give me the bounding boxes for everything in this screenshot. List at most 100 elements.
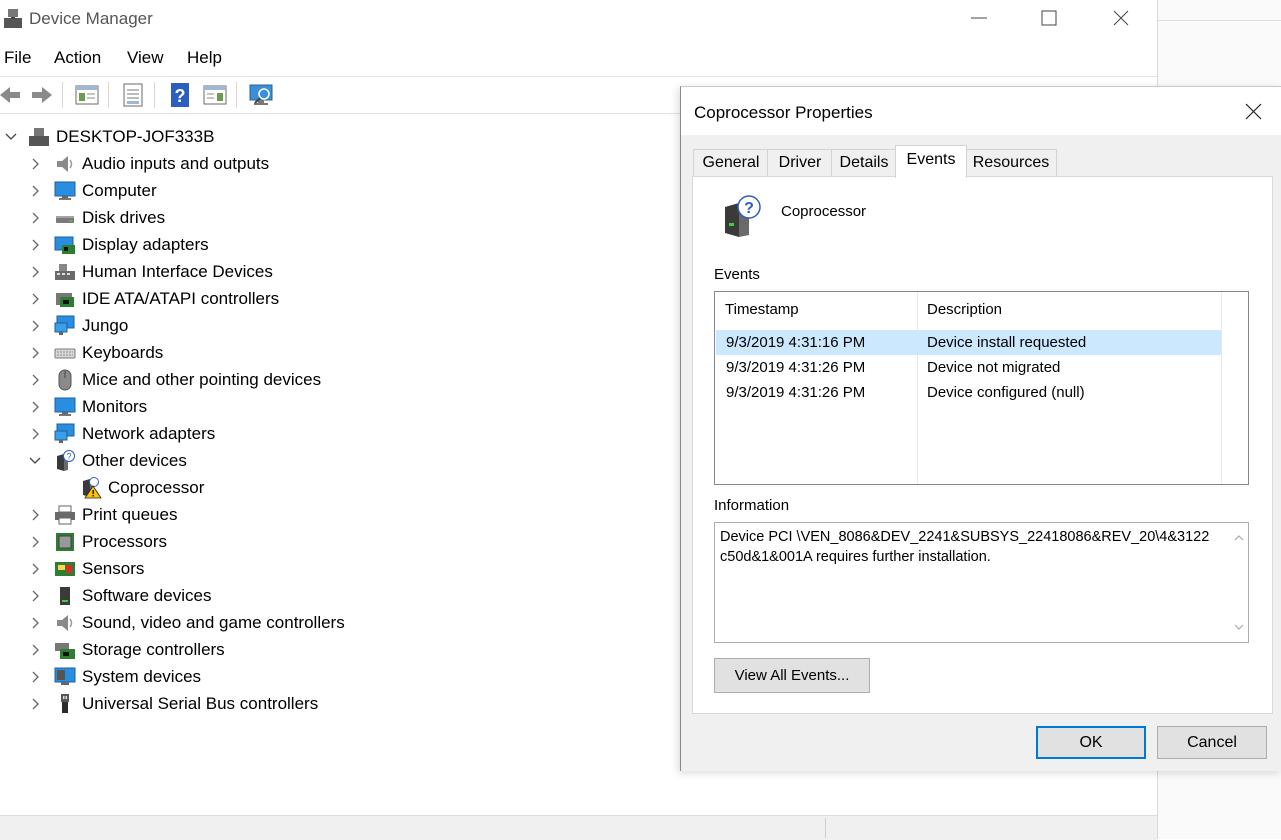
- display-adapter-icon: [54, 236, 75, 254]
- information-label: Information: [714, 497, 790, 514]
- event-description: Device install requested: [927, 334, 1087, 351]
- tree-item-label: Monitors: [82, 397, 148, 416]
- menu-file[interactable]: File: [2, 48, 33, 68]
- tree-item[interactable]: Sound, video and game controllers: [28, 610, 345, 636]
- chevron-right-icon[interactable]: [28, 184, 42, 198]
- forward-arrow-icon[interactable]: [28, 81, 56, 109]
- event-row[interactable]: 9/3/2019 4:31:26 PM Device not migrated: [716, 355, 1221, 380]
- tree-item-child[interactable]: Coprocessor: [80, 475, 204, 501]
- network-monitor-icon: [54, 315, 75, 335]
- chevron-right-icon[interactable]: [28, 346, 42, 360]
- chevron-right-icon[interactable]: [28, 589, 42, 603]
- tree-item[interactable]: Universal Serial Bus controllers: [28, 691, 318, 717]
- event-row[interactable]: 9/3/2019 4:31:26 PM Device configured (nu…: [716, 380, 1221, 405]
- chevron-up-icon[interactable]: [1230, 529, 1248, 547]
- event-row[interactable]: 9/3/2019 4:31:16 PM Device install reques…: [716, 330, 1221, 355]
- software-device-icon: [60, 587, 70, 605]
- cancel-button[interactable]: Cancel: [1157, 726, 1267, 759]
- tree-item[interactable]: System devices: [28, 664, 201, 690]
- tree-item[interactable]: Audio inputs and outputs: [28, 151, 269, 177]
- tree-item[interactable]: Print queues: [28, 502, 177, 528]
- keyboard-icon: [54, 348, 76, 359]
- view-all-events-button[interactable]: View All Events...: [714, 658, 870, 693]
- chevron-right-icon[interactable]: [28, 292, 42, 306]
- chevron-right-icon[interactable]: [28, 400, 42, 414]
- maximize-button[interactable]: [1014, 0, 1084, 36]
- toolbar-separator: [236, 82, 237, 108]
- disk-drive-icon: [56, 216, 74, 223]
- tree-item[interactable]: Keyboards: [28, 340, 163, 366]
- chevron-down-icon[interactable]: [4, 130, 18, 144]
- close-icon: [1113, 10, 1129, 26]
- chevron-right-icon[interactable]: [28, 373, 42, 387]
- tab-resources[interactable]: Resources: [965, 149, 1057, 176]
- chevron-right-icon[interactable]: [28, 616, 42, 630]
- monitor-icon: [54, 181, 76, 200]
- tree-item[interactable]: Sensors: [28, 556, 144, 582]
- chevron-right-icon[interactable]: [28, 319, 42, 333]
- back-arrow-icon[interactable]: [0, 81, 24, 109]
- dialog-title-bar[interactable]: Coprocessor Properties: [681, 87, 1281, 135]
- tree-item-label: Sound, video and game controllers: [82, 613, 345, 632]
- tree-item[interactable]: Storage controllers: [28, 637, 225, 663]
- tree-item[interactable]: Processors: [28, 529, 167, 555]
- column-header-description[interactable]: Description: [917, 292, 1217, 328]
- close-button[interactable]: [1086, 0, 1156, 36]
- tree-item-label: IDE ATA/ATAPI controllers: [82, 289, 280, 308]
- minimize-icon: [971, 17, 987, 19]
- properties-icon[interactable]: [119, 81, 147, 109]
- chevron-right-icon[interactable]: [28, 562, 42, 576]
- close-icon[interactable]: [1241, 99, 1265, 123]
- tree-item[interactable]: Monitors: [28, 394, 147, 420]
- chevron-right-icon[interactable]: [28, 697, 42, 711]
- chevron-right-icon[interactable]: [28, 670, 42, 684]
- chevron-right-icon[interactable]: [28, 265, 42, 279]
- vertical-scrollbar[interactable]: [1230, 523, 1248, 642]
- tree-item[interactable]: Jungo: [28, 313, 128, 339]
- minimize-button[interactable]: [944, 0, 1014, 36]
- maximize-icon: [1041, 10, 1057, 26]
- tree-item[interactable]: IDE ATA/ATAPI controllers: [28, 286, 279, 312]
- tree-item[interactable]: Software devices: [28, 583, 211, 609]
- tree-item[interactable]: Disk drives: [28, 205, 165, 231]
- computer-icon: [29, 128, 49, 146]
- tab-events[interactable]: Events: [895, 145, 967, 178]
- tree-item[interactable]: Network adapters: [28, 421, 215, 447]
- menu-help[interactable]: Help: [185, 48, 224, 68]
- ok-button[interactable]: OK: [1036, 726, 1146, 759]
- column-header-timestamp[interactable]: Timestamp: [715, 292, 917, 328]
- tree-item[interactable]: Computer: [28, 178, 157, 204]
- tree-item[interactable]: Display adapters: [28, 232, 209, 258]
- storage-controller-icon: [55, 643, 75, 659]
- tree-item[interactable]: ? Other devices: [28, 448, 187, 474]
- title-bar[interactable]: Device Manager: [0, 0, 1157, 40]
- tab-details[interactable]: Details: [831, 149, 897, 176]
- tree-item-label: Computer: [82, 181, 157, 200]
- chevron-right-icon[interactable]: [28, 535, 42, 549]
- tab-general[interactable]: General: [693, 149, 769, 176]
- chevron-right-icon[interactable]: [28, 508, 42, 522]
- action-pane-icon[interactable]: [201, 81, 229, 109]
- chevron-right-icon[interactable]: [28, 211, 42, 225]
- show-hide-tree-icon[interactable]: [73, 81, 101, 109]
- help-icon[interactable]: ?: [166, 81, 194, 109]
- tab-driver[interactable]: Driver: [767, 149, 833, 176]
- tree-item[interactable]: Mice and other pointing devices: [28, 367, 321, 393]
- chevron-right-icon[interactable]: [28, 157, 42, 171]
- chevron-down-icon[interactable]: [1230, 618, 1248, 636]
- information-textbox[interactable]: Device PCI \VEN_8086&DEV_2241&SUBSYS_224…: [714, 522, 1249, 643]
- menu-view[interactable]: View: [125, 48, 166, 68]
- chevron-down-icon[interactable]: [28, 454, 42, 468]
- scan-hardware-icon[interactable]: [247, 81, 275, 109]
- chevron-right-icon[interactable]: [28, 643, 42, 657]
- processor-icon: [56, 533, 74, 551]
- chevron-right-icon[interactable]: [28, 427, 42, 441]
- chevron-right-icon[interactable]: [28, 238, 42, 252]
- properties-dialog: Coprocessor Properties General Driver De…: [680, 86, 1281, 771]
- menu-action[interactable]: Action: [52, 48, 103, 68]
- device-name: Coprocessor: [781, 203, 867, 220]
- events-list[interactable]: Timestamp Description 9/3/2019 4:31:16 P…: [714, 291, 1249, 485]
- unknown-device-icon: ?: [725, 195, 761, 237]
- tree-root[interactable]: DESKTOP-JOF333B: [4, 124, 214, 150]
- tree-item[interactable]: Human Interface Devices: [28, 259, 273, 285]
